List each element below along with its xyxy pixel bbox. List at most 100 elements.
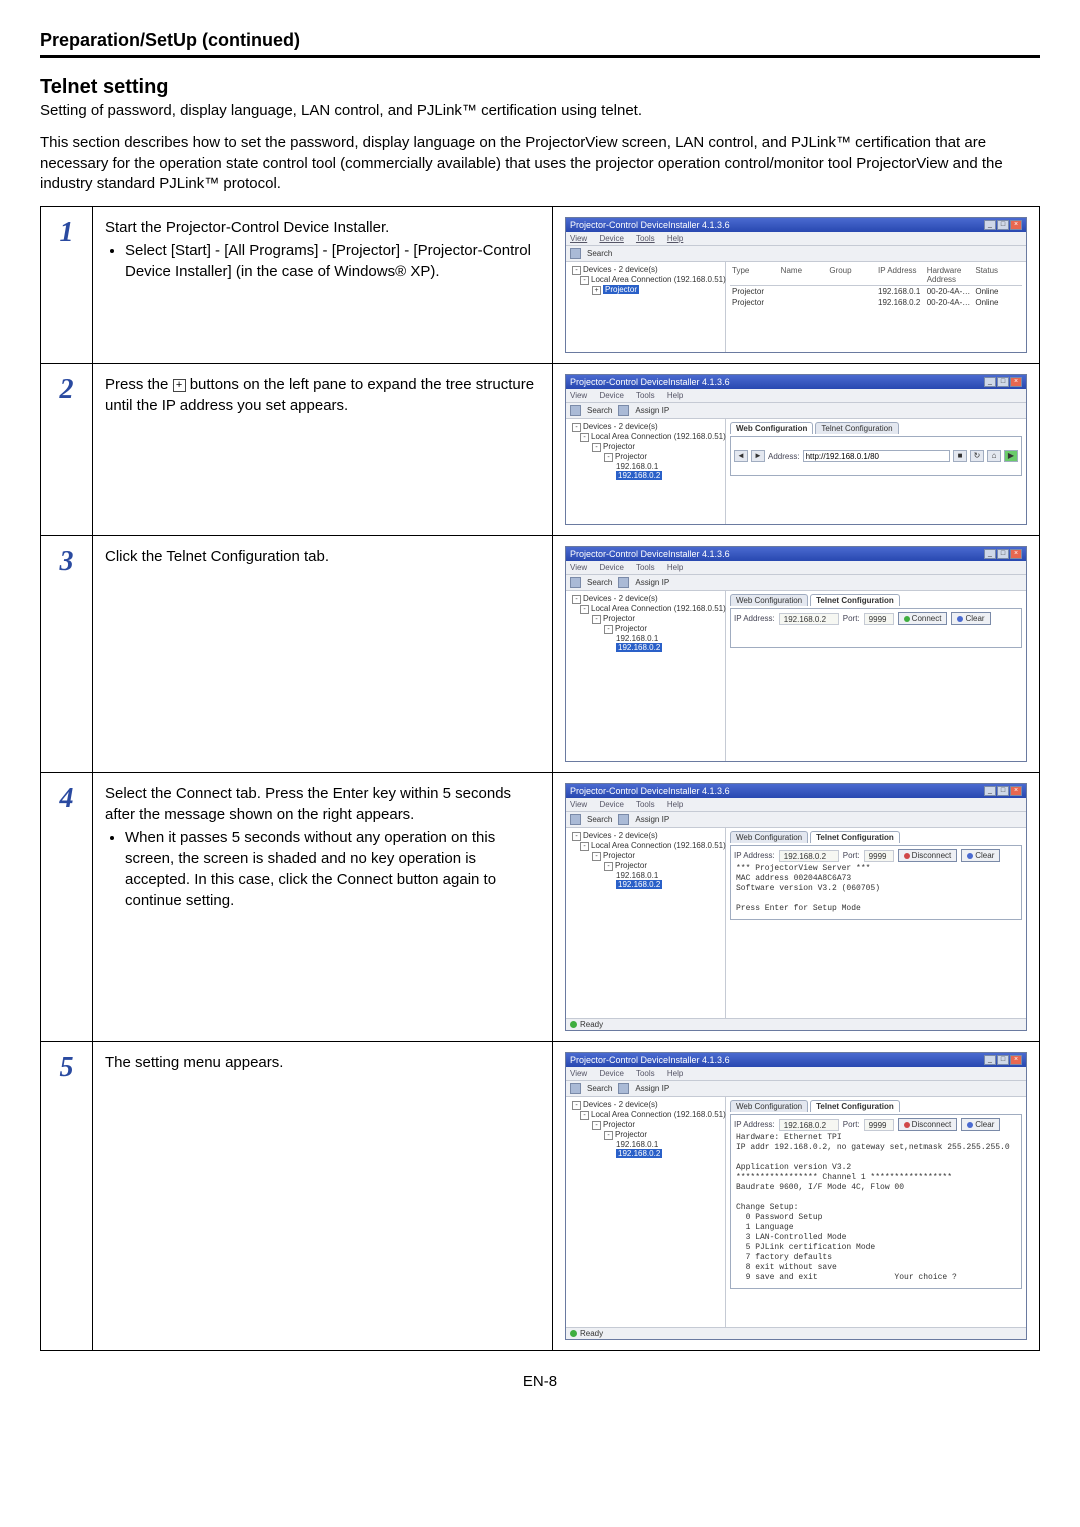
telnet-terminal[interactable]: *** ProjectorView Server *** MAC address…	[734, 862, 1018, 916]
refresh-icon[interactable]: ↻	[970, 450, 984, 462]
device-row[interactable]: Projector 192.168.0.1 00-20-4A-A3-91-51 …	[730, 286, 1022, 297]
menu-view[interactable]: View	[570, 391, 587, 400]
menu-device[interactable]: Device	[599, 800, 623, 809]
toolbar-assign-label[interactable]: Assign IP	[635, 815, 669, 824]
ip-field[interactable]: 192.168.0.2	[779, 1119, 839, 1131]
maximize-button[interactable]: □	[997, 786, 1009, 796]
tab-telnet[interactable]: Telnet Configuration	[810, 594, 900, 606]
menu-view[interactable]: View	[570, 800, 587, 809]
menu-view[interactable]: View	[570, 1069, 587, 1078]
menu-view[interactable]: View	[570, 563, 587, 572]
tree-expand-icon[interactable]: -	[592, 615, 601, 624]
col-hw[interactable]: Hardware Address	[925, 266, 974, 284]
minimize-button[interactable]: _	[984, 220, 996, 230]
tree-expand-icon[interactable]: -	[580, 605, 589, 614]
tree-lan[interactable]: Local Area Connection (192.168.0.51)	[591, 841, 726, 850]
close-button[interactable]: ×	[1010, 220, 1022, 230]
tree-device[interactable]: Projector	[615, 861, 647, 870]
col-ip[interactable]: IP Address	[876, 266, 925, 284]
toolbar-search-label[interactable]: Search	[587, 249, 612, 258]
tree-lan[interactable]: Local Area Connection (192.168.0.51)	[591, 604, 726, 613]
minimize-button[interactable]: _	[984, 786, 996, 796]
assign-ip-icon[interactable]	[618, 1083, 629, 1094]
tree-expand-icon[interactable]: -	[580, 1111, 589, 1120]
tree-ip-selected[interactable]: 192.168.0.2	[616, 880, 662, 889]
tab-web[interactable]: Web Configuration	[730, 831, 808, 843]
disconnect-button[interactable]: Disconnect	[898, 849, 958, 862]
menu-tools[interactable]: Tools	[636, 563, 655, 572]
tree-pane[interactable]: -Devices - 2 device(s) -Local Area Conne…	[566, 262, 726, 352]
minimize-button[interactable]: _	[984, 549, 996, 559]
toolbar-assign-label[interactable]: Assign IP	[635, 406, 669, 415]
port-field[interactable]: 9999	[864, 850, 894, 862]
col-group[interactable]: Group	[827, 266, 876, 284]
tree-family[interactable]: Projector	[603, 1120, 635, 1129]
tree-root[interactable]: Devices - 2 device(s)	[583, 422, 658, 431]
search-icon[interactable]	[570, 248, 581, 259]
tree-ip[interactable]: 192.168.0.1	[616, 634, 658, 643]
col-status[interactable]: Status	[973, 266, 1022, 284]
close-button[interactable]: ×	[1010, 1055, 1022, 1065]
tree-root[interactable]: Devices - 2 device(s)	[583, 265, 658, 274]
home-icon[interactable]: ⌂	[987, 450, 1001, 462]
menu-tools[interactable]: Tools	[636, 391, 655, 400]
tree-family[interactable]: Projector	[603, 851, 635, 860]
toolbar-assign-label[interactable]: Assign IP	[635, 1084, 669, 1093]
port-field[interactable]: 9999	[864, 1119, 894, 1131]
clear-button[interactable]: Clear	[961, 1118, 1000, 1131]
menu-tools[interactable]: Tools	[636, 234, 655, 243]
tree-family-selected[interactable]: Projector	[603, 285, 639, 294]
tree-ip[interactable]: 192.168.0.1	[616, 462, 658, 471]
menu-tools[interactable]: Tools	[636, 1069, 655, 1078]
maximize-button[interactable]: □	[997, 220, 1009, 230]
tree-expand-icon[interactable]: -	[580, 842, 589, 851]
clear-button[interactable]: Clear	[961, 849, 1000, 862]
tree-device[interactable]: Projector	[615, 1130, 647, 1139]
minimize-button[interactable]: _	[984, 1055, 996, 1065]
toolbar-search-label[interactable]: Search	[587, 1084, 612, 1093]
assign-ip-icon[interactable]	[618, 405, 629, 416]
tree-expand-icon[interactable]: -	[592, 852, 601, 861]
tree-lan[interactable]: Local Area Connection (192.168.0.51)	[591, 432, 726, 441]
menu-device[interactable]: Device	[599, 234, 623, 243]
assign-ip-icon[interactable]	[618, 577, 629, 588]
search-icon[interactable]	[570, 577, 581, 588]
tree-device[interactable]: Projector	[615, 624, 647, 633]
tree-expand-icon[interactable]: -	[592, 443, 601, 452]
tree-expand-icon[interactable]: -	[580, 433, 589, 442]
tree-root[interactable]: Devices - 2 device(s)	[583, 831, 658, 840]
tree-expand-icon[interactable]: +	[592, 286, 601, 295]
close-button[interactable]: ×	[1010, 786, 1022, 796]
menu-device[interactable]: Device	[599, 563, 623, 572]
tree-root[interactable]: Devices - 2 device(s)	[583, 1100, 658, 1109]
toolbar-search-label[interactable]: Search	[587, 578, 612, 587]
toolbar-assign-label[interactable]: Assign IP	[635, 578, 669, 587]
stop-icon[interactable]: ■	[953, 450, 967, 462]
tree-expand-icon[interactable]: -	[572, 423, 581, 432]
tree-family[interactable]: Projector	[603, 442, 635, 451]
menu-view[interactable]: View	[570, 234, 587, 243]
close-button[interactable]: ×	[1010, 549, 1022, 559]
close-button[interactable]: ×	[1010, 377, 1022, 387]
tab-telnet[interactable]: Telnet Configuration	[815, 422, 898, 434]
tree-ip-selected[interactable]: 192.168.0.2	[616, 471, 662, 480]
minimize-button[interactable]: _	[984, 377, 996, 387]
disconnect-button[interactable]: Disconnect	[898, 1118, 958, 1131]
tree-expand-icon[interactable]: -	[604, 625, 613, 634]
tab-web[interactable]: Web Configuration	[730, 422, 813, 434]
tree-expand-icon[interactable]: -	[604, 453, 613, 462]
search-icon[interactable]	[570, 814, 581, 825]
tree-ip-selected[interactable]: 192.168.0.2	[616, 1149, 662, 1158]
tree-lan[interactable]: Local Area Connection (192.168.0.51)	[591, 1110, 726, 1119]
menu-help[interactable]: Help	[667, 1069, 683, 1078]
address-input[interactable]	[803, 450, 950, 462]
tree-pane[interactable]: -Devices - 2 device(s) -Local Area Conne…	[566, 591, 726, 761]
tree-family[interactable]: Projector	[603, 614, 635, 623]
menu-help[interactable]: Help	[667, 391, 683, 400]
tree-expand-icon[interactable]: -	[580, 276, 589, 285]
maximize-button[interactable]: □	[997, 1055, 1009, 1065]
assign-ip-icon[interactable]	[618, 814, 629, 825]
tree-expand-icon[interactable]: -	[604, 1131, 613, 1140]
tab-telnet[interactable]: Telnet Configuration	[810, 831, 900, 843]
forward-icon[interactable]: ►	[751, 450, 765, 462]
